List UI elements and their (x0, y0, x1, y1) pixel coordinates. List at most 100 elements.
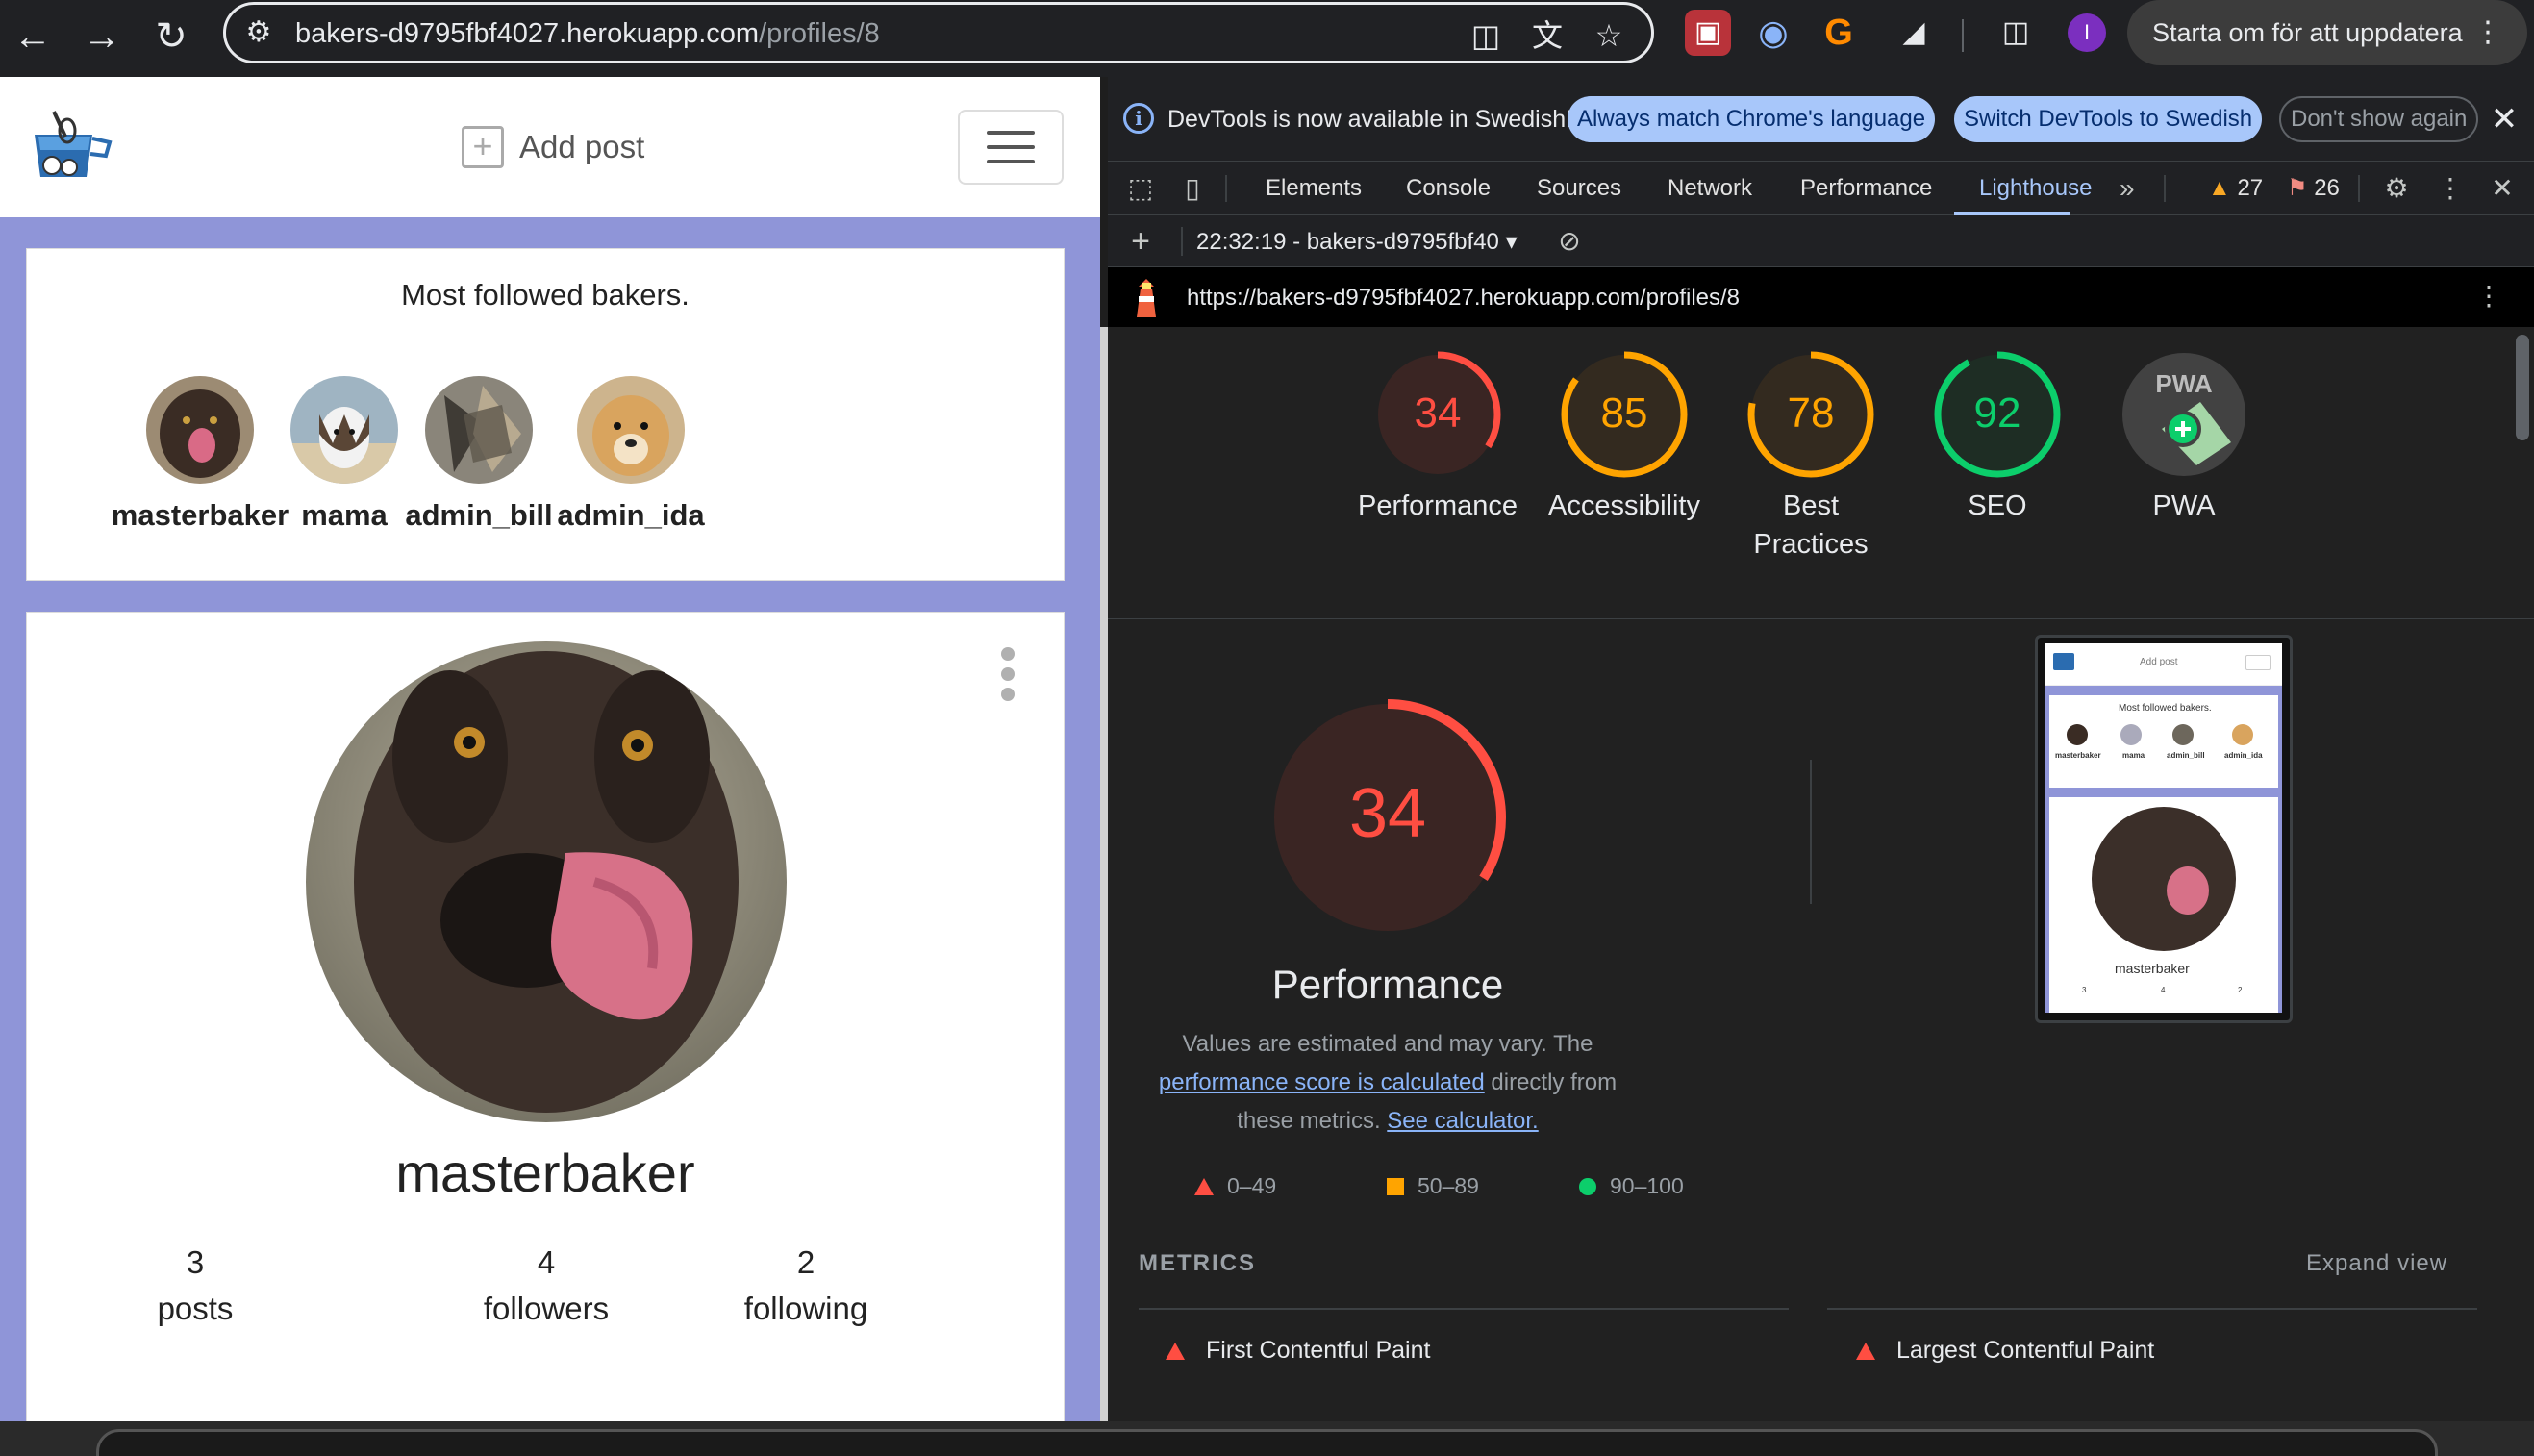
metric-fcp[interactable]: First Contentful Paint (1166, 1337, 1430, 1365)
thumbnail-name: admin_bill (2167, 751, 2205, 760)
section-divider (1108, 618, 2534, 619)
thumbnail-stat: 4 (2161, 986, 2166, 994)
bakery-logo-icon[interactable] (25, 108, 117, 185)
panel-resize-handle[interactable] (1100, 77, 1108, 327)
translate-icon[interactable]: 文 (1526, 14, 1568, 57)
report-selector[interactable]: 22:32:19 - bakers-d9795fbf40 ▾ (1196, 228, 1518, 256)
language-infobar: i DevTools is now available in Swedish! … (1108, 77, 2534, 162)
dont-show-again-button[interactable]: Don't show again (2279, 96, 2479, 142)
tab-lighthouse[interactable]: Lighthouse (1979, 162, 2092, 215)
posts-stat: 3 posts (89, 1240, 301, 1332)
tab-sources[interactable]: Sources (1537, 162, 1621, 215)
extensions-puzzle-icon[interactable]: ◢ (1891, 10, 1937, 56)
dock-shelf (96, 1429, 2438, 1456)
issues-badge[interactable]: ⚑ 26 (2287, 162, 2340, 215)
performance-score-gauge: 34 (1269, 699, 1506, 936)
gauge-label: SEO (1968, 490, 2027, 521)
update-chrome-button[interactable]: Starta om för att uppdatera ⋮ (2127, 0, 2527, 65)
thumbnail-page: Add post Most followed bakers. masterbak… (2045, 643, 2282, 1013)
following-count: 2 (796, 1244, 815, 1280)
gauge-value: 92 (1974, 389, 2021, 437)
switch-language-button[interactable]: Switch DevTools to Swedish (1954, 96, 2263, 142)
reload-icon[interactable]: ↻ (142, 8, 200, 65)
gauge-pwa[interactable]: PWA PWA (2093, 350, 2275, 525)
gauge-performance[interactable]: 34 Performance (1346, 350, 1529, 525)
thumbnail-avatar (2120, 724, 2142, 745)
back-arrow-icon[interactable]: ← (4, 8, 62, 65)
followers-stat: 4 followers (440, 1240, 652, 1332)
baker-item[interactable]: admin_ida (515, 376, 746, 533)
clear-reports-icon[interactable]: ⊘ (1552, 224, 1587, 259)
menu-toggle-button[interactable] (958, 110, 1064, 185)
more-tabs-chevron-icon[interactable]: » (2120, 162, 2135, 215)
lighthouse-logo-icon (1137, 279, 1156, 317)
extension-round-icon[interactable]: ◉ (1750, 10, 1796, 56)
thumbnail-profile-name: masterbaker (2115, 961, 2190, 976)
add-post-link[interactable]: + Add post (462, 123, 644, 171)
side-panel-icon[interactable]: ◫ (1993, 10, 2039, 56)
gauge-value: 85 (1601, 389, 1648, 437)
legend-label: 90–100 (1610, 1173, 1684, 1198)
install-app-icon[interactable]: ◫ (1465, 14, 1507, 57)
thumbnail-name: mama (2122, 751, 2145, 760)
tab-console[interactable]: Console (1406, 162, 1491, 215)
tab-network[interactable]: Network (1668, 162, 1752, 215)
inspect-element-icon[interactable]: ⬚ (1123, 171, 1158, 206)
final-screenshot-thumbnail[interactable]: Add post Most followed bakers. masterbak… (2035, 635, 2293, 1023)
legend-fail: 0–49 (1194, 1173, 1276, 1199)
baker-name[interactable]: admin_ida (515, 498, 746, 533)
thumbnail-profile-photo (2092, 807, 2236, 951)
score-legend: 0–49 50–89 90–100 (1194, 1173, 1868, 1212)
tab-performance[interactable]: Performance (1800, 162, 1932, 215)
more-menu-icon[interactable]: ⋮ (2473, 0, 2502, 65)
gauge-accessibility[interactable]: 85 Accessibility (1533, 350, 1716, 525)
tab-elements[interactable]: Elements (1266, 162, 1362, 215)
metric-lcp[interactable]: Largest Contentful Paint (1856, 1337, 2154, 1365)
settings-gear-icon[interactable]: ⚙ (2379, 171, 2414, 206)
gauge-label: Accessibility (1548, 490, 1700, 521)
gauge-label: Performance (1357, 490, 1518, 521)
report-url[interactable]: https://bakers-d9795fbf4027.herokuapp.co… (1187, 285, 1740, 312)
profile-name: masterbaker (395, 1142, 695, 1203)
site-navbar: + Add post (0, 77, 1100, 217)
site-info-icon[interactable]: ⚙ (239, 13, 278, 52)
new-report-plus-icon[interactable]: + (1123, 224, 1158, 259)
match-language-button[interactable]: Always match Chrome's language (1568, 96, 1936, 142)
avatar[interactable] (577, 376, 685, 484)
chevron-down-icon: ▾ (1505, 229, 1518, 255)
bookmark-star-icon[interactable]: ☆ (1588, 14, 1630, 57)
address-bar[interactable]: ⚙ bakers-d9795fbf4027.herokuapp.com/prof… (223, 2, 1654, 63)
thumbnail-stat: 2 (2238, 986, 2243, 994)
url-path: /profiles/8 (759, 18, 880, 49)
see-calculator-link[interactable]: See calculator. (1387, 1108, 1538, 1134)
infobar-message: DevTools is now available in Swedish! (1167, 106, 1573, 133)
thumbnail-avatar (2232, 724, 2253, 745)
update-button-label: Starta om för att uppdatera (2152, 18, 2463, 47)
extension-red-icon[interactable]: ▣ (1685, 10, 1731, 56)
gauge-seo[interactable]: 92 SEO (1906, 350, 2089, 525)
tab-separator (2358, 175, 2360, 202)
most-followed-card: Most followed bakers. masterbaker mama a… (26, 248, 1065, 581)
profile-avatar[interactable]: I (2068, 13, 2106, 52)
gauge-best-practices[interactable]: 78 Best Practices (1719, 350, 1902, 564)
warnings-badge[interactable]: ▲ 27 (2208, 162, 2263, 215)
issue-flag-icon: ⚑ (2287, 175, 2308, 201)
extension-grammarly-icon[interactable]: G (1816, 10, 1862, 56)
close-devtools-icon[interactable]: ✕ (2485, 171, 2520, 206)
report-menu-icon[interactable]: ⋮ (2471, 279, 2506, 314)
score-gauge: 92 (1934, 351, 2061, 478)
expand-view-button[interactable]: Expand view (2306, 1250, 2447, 1277)
thumbnail-add-post: Add post (2140, 657, 2178, 667)
score-gauge: 34 (1374, 351, 1501, 478)
score-gauge: 85 (1561, 351, 1688, 478)
forward-arrow-icon[interactable]: → (73, 8, 131, 65)
report-scrollbar[interactable] (2516, 335, 2529, 440)
close-icon[interactable]: ✕ (2485, 100, 2523, 138)
gauge-value: 34 (1415, 389, 1462, 437)
performance-score-link[interactable]: performance score is calculated (1159, 1069, 1485, 1095)
gauge-label: Best Practices (1753, 490, 1869, 560)
url-host: bakers-d9795fbf4027.herokuapp.com (295, 18, 760, 49)
more-options-icon[interactable]: ⋮ (2433, 171, 2468, 206)
device-toolbar-icon[interactable]: ▯ (1175, 171, 1210, 206)
kebab-menu-icon[interactable] (998, 647, 1017, 701)
